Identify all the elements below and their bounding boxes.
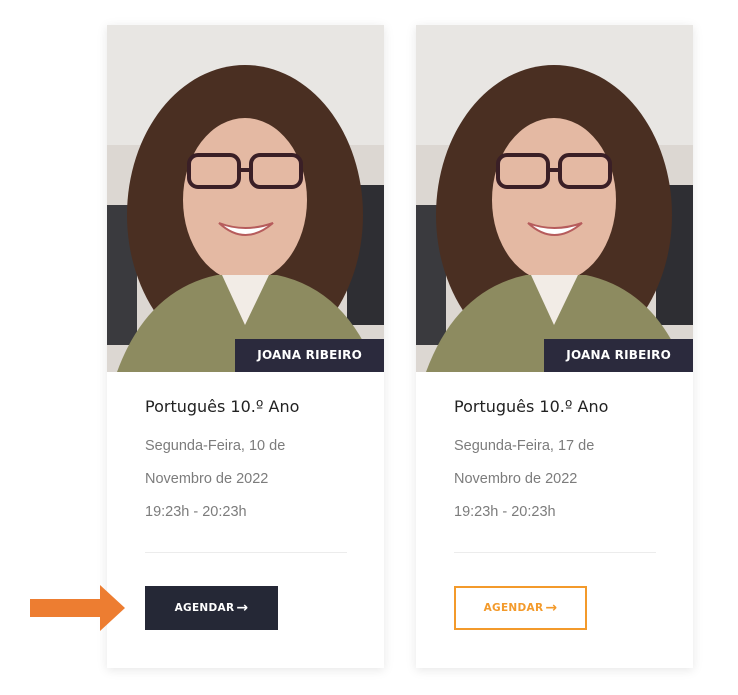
session-date-line-1: Segunda-Feira, 10 de: [145, 438, 286, 454]
tutor-session-card-1: JOANA RIBEIRO Português 10.º Ano Segunda…: [107, 25, 384, 668]
session-time: 19:23h - 20:23h: [145, 504, 247, 520]
tutor-photo: [107, 25, 384, 372]
arrow-right-icon: →: [545, 600, 558, 616]
tutor-photo: [416, 25, 693, 372]
course-title: Português 10.º Ano: [145, 397, 300, 416]
tutor-session-card-2: JOANA RIBEIRO Português 10.º Ano Segunda…: [416, 25, 693, 668]
session-time: 19:23h - 20:23h: [454, 504, 556, 520]
tutor-name-tag: JOANA RIBEIRO: [235, 339, 384, 372]
session-date-line-1: Segunda-Feira, 17 de: [454, 438, 595, 454]
session-date-line-2: Novembro de 2022: [145, 471, 269, 487]
session-date-line-2: Novembro de 2022: [454, 471, 578, 487]
pointer-arrow-icon: [30, 585, 125, 636]
schedule-button-label: AGENDAR: [174, 602, 235, 614]
course-title: Português 10.º Ano: [454, 397, 609, 416]
schedule-button[interactable]: AGENDAR →: [454, 586, 587, 630]
divider: [454, 552, 656, 553]
arrow-right-icon: →: [236, 600, 249, 616]
divider: [145, 552, 347, 553]
schedule-button-label: AGENDAR: [483, 602, 544, 614]
tutor-name-tag: JOANA RIBEIRO: [544, 339, 693, 372]
schedule-button[interactable]: AGENDAR →: [145, 586, 278, 630]
